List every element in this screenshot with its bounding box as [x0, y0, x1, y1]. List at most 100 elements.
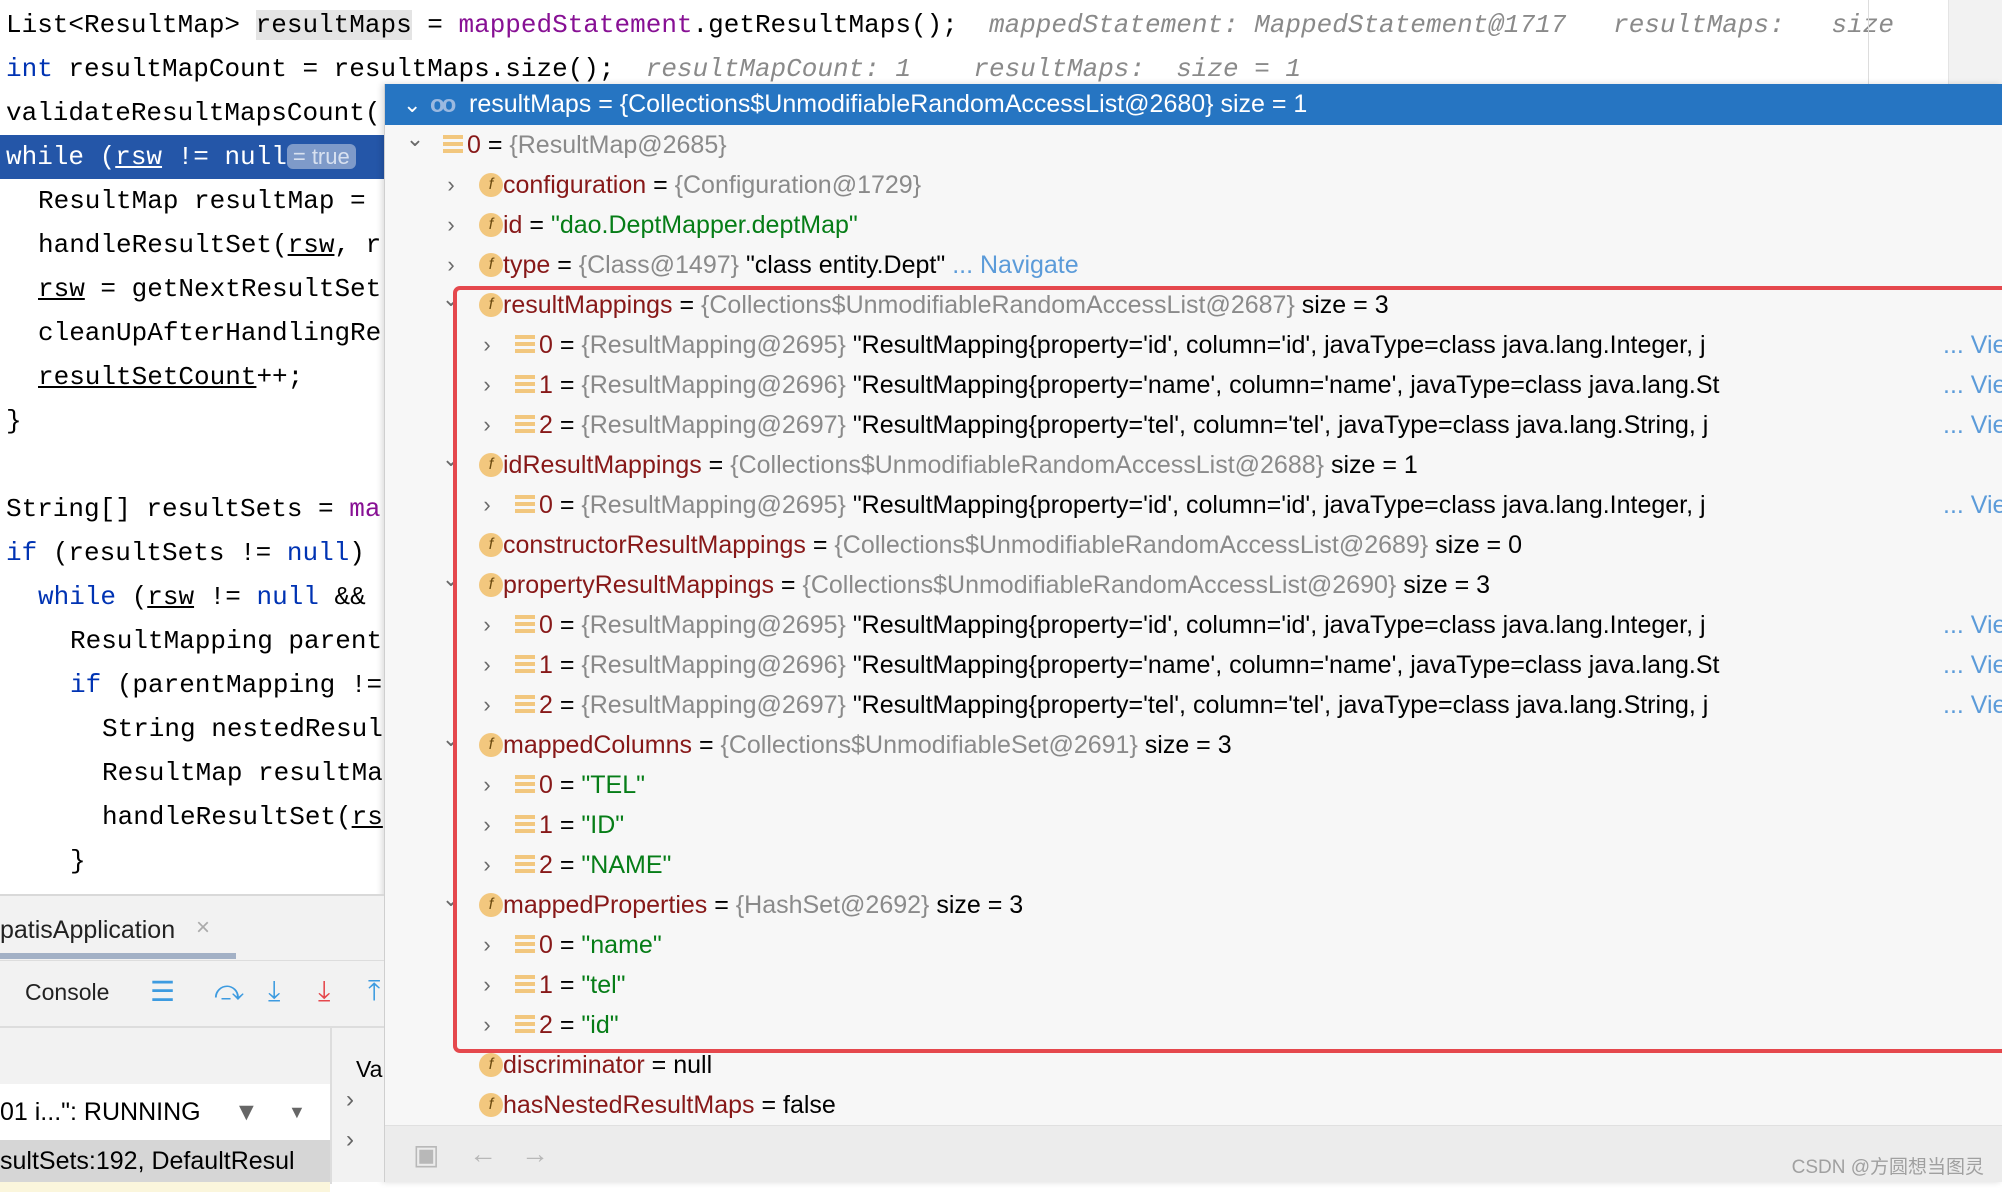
tree-row[interactable]: ⌄ f idResultMappings = {Collections$Unmodi…: [385, 445, 2002, 485]
step-out-icon[interactable]: ⤒: [368, 975, 380, 1008]
list-item-icon: [515, 935, 535, 955]
list-item-icon: [515, 655, 535, 675]
force-step-into-icon[interactable]: ⤓: [318, 975, 330, 1008]
inspector-header[interactable]: ⌄ oo resultMaps = {Collections$Unmodifia…: [385, 84, 2002, 125]
chevron-right-icon[interactable]: ›: [477, 405, 497, 445]
string-value: "NAME": [581, 851, 672, 879]
chevron-right-icon[interactable]: ›: [477, 765, 497, 805]
code-token: validateResultMapsCount(: [6, 98, 381, 128]
tree-row[interactable]: ⌄ f resultMappings = {Collections$Unmodifi…: [385, 285, 2002, 325]
watermark: CSDN @方圆想当图灵: [1791, 1157, 1984, 1178]
step-into-icon[interactable]: ⤓: [268, 975, 280, 1008]
navigate-link[interactable]: ... View: [1941, 365, 2002, 405]
close-tab-icon[interactable]: ×: [196, 914, 210, 942]
code-token: ResultMap resultMap =: [38, 186, 382, 216]
tree-row[interactable]: › 2 = "id": [385, 1005, 2002, 1045]
code-token: ++;: [256, 362, 304, 392]
debug-toolbar: Console ☰ ⤼ ⤓ ⤓ ⤒: [0, 960, 384, 1028]
code-token: if: [70, 670, 102, 700]
thread-selector[interactable]: 01 i...": RUNNING ▼ ▼: [0, 1084, 330, 1140]
tree-row[interactable]: › f id = "dao.DeptMapper.deptMap": [385, 205, 2002, 245]
panel-splitter[interactable]: [330, 1028, 332, 1184]
back-arrow-icon[interactable]: ←: [469, 1138, 497, 1170]
chevron-right-icon[interactable]: ›: [477, 645, 497, 685]
stack-frame-row[interactable]: [0, 1182, 330, 1192]
navigate-link[interactable]: ... View: [1941, 645, 2002, 685]
frames-list-icon[interactable]: ☰: [150, 975, 175, 1008]
tree-row-text: 1 = {ResultMapping@2696} "ResultMapping{…: [539, 365, 2002, 405]
chevron-right-icon[interactable]: ›: [477, 965, 497, 1005]
tree-row[interactable]: ⌄ f mappedProperties = {HashSet@2692} size…: [385, 885, 2002, 925]
chevron-down-icon[interactable]: ⌄: [441, 879, 461, 919]
variable-value: "class entity.Dept": [745, 251, 946, 279]
chevron-right-icon[interactable]: ›: [477, 805, 497, 845]
code-token: while: [38, 582, 117, 612]
tree-row[interactable]: › 2 = "NAME": [385, 845, 2002, 885]
chevron-right-icon[interactable]: ›: [477, 325, 497, 365]
navigate-link[interactable]: ... View: [1941, 605, 2002, 645]
inline-debug-hint: resultMapCount: 1 resultMaps: size = 1: [614, 54, 1302, 84]
chevron-down-icon[interactable]: ⌄: [441, 719, 461, 759]
navigate-link[interactable]: ... View: [1941, 685, 2002, 725]
code-line[interactable]: List<ResultMap> resultMaps = mappedState…: [0, 3, 2002, 47]
tree-row[interactable]: › 0 = {ResultMapping@2695} "ResultMapping…: [385, 325, 2002, 365]
tree-row[interactable]: › 1 = {ResultMapping@2696} "ResultMapping…: [385, 365, 2002, 405]
frame-label: sultSets:192, DefaultResul: [0, 1147, 295, 1175]
stack-frame-selected[interactable]: sultSets:192, DefaultResul: [0, 1140, 330, 1182]
tree-row[interactable]: › f type = {Class@1497} "class entity.Dept…: [385, 245, 2002, 285]
forward-arrow-icon[interactable]: →: [521, 1138, 549, 1170]
tree-row[interactable]: f hasNestedResultMaps = false: [385, 1085, 2002, 1125]
tree-row[interactable]: › 2 = {ResultMapping@2697} "ResultMapping…: [385, 685, 2002, 725]
code-token: if: [6, 538, 38, 568]
variable-name: type: [503, 251, 551, 279]
tree-row[interactable]: › 1 = {ResultMapping@2696} "ResultMapping…: [385, 645, 2002, 685]
tree-row[interactable]: › 1 = "ID": [385, 805, 2002, 845]
tree-row[interactable]: › 0 = "name": [385, 925, 2002, 965]
chevron-right-icon[interactable]: ›: [477, 845, 497, 885]
chevron-right-icon[interactable]: ›: [477, 685, 497, 725]
tree-row[interactable]: › 0 = "TEL": [385, 765, 2002, 805]
chevron-right-icon[interactable]: ›: [477, 485, 497, 525]
navigate-link[interactable]: ... View: [1941, 405, 2002, 445]
chevron-right-icon[interactable]: ›: [477, 605, 497, 645]
inspector-header-text: resultMaps = {Collections$UnmodifiableRa…: [469, 90, 1308, 118]
variable-name: 1: [539, 971, 553, 999]
object-reference: {Collections$UnmodifiableRandomAccessLis…: [730, 451, 1324, 479]
code-token: resultMaps: [255, 10, 412, 40]
tree-row[interactable]: › 0 = {ResultMapping@2695} "ResultMapping…: [385, 485, 2002, 525]
tree-row[interactable]: ⌄ f mappedColumns = {Collections$Unmodifia…: [385, 725, 2002, 765]
chevron-right-icon[interactable]: ›: [477, 925, 497, 965]
chevron-down-icon[interactable]: ⌄: [441, 279, 461, 319]
tree-row[interactable]: › f configuration = {Configuration@1729}: [385, 165, 2002, 205]
object-reference: {Collections$UnmodifiableRandomAccessLis…: [802, 571, 1397, 599]
chevron-down-icon[interactable]: ⌄: [405, 119, 425, 159]
folder-object-icon[interactable]: ▣: [413, 1138, 439, 1171]
tree-row[interactable]: ⌄ 0 = {ResultMap@2685}: [385, 125, 2002, 165]
tree-row[interactable]: ⌄ f propertyResultMappings = {Collections$…: [385, 565, 2002, 605]
navigate-link[interactable]: ... Navigate: [952, 251, 1078, 279]
chevron-right-icon[interactable]: ›: [346, 1126, 354, 1154]
chevron-down-icon[interactable]: ⌄: [441, 439, 461, 479]
editor-scrollbar[interactable]: [1948, 0, 2002, 84]
dropdown-icon[interactable]: ▼: [288, 1084, 306, 1140]
tree-row-text: type = {Class@1497} "class entity.Dept" …: [503, 251, 1079, 279]
chevron-down-icon[interactable]: ⌄: [441, 559, 461, 599]
tab-run-config[interactable]: patisApplication: [0, 916, 175, 945]
chevron-right-icon[interactable]: ›: [441, 165, 461, 205]
tree-row[interactable]: › 0 = {ResultMapping@2695} "ResultMapping…: [385, 605, 2002, 645]
object-reference: {ResultMapping@2696}: [581, 371, 846, 399]
chevron-right-icon[interactable]: ›: [441, 205, 461, 245]
chevron-right-icon[interactable]: ›: [477, 365, 497, 405]
step-over-icon[interactable]: ⤼: [214, 975, 244, 1008]
tree-row[interactable]: f constructorResultMappings = {Collection…: [385, 525, 2002, 565]
tree-row[interactable]: › 1 = "tel": [385, 965, 2002, 1005]
chevron-right-icon[interactable]: ›: [477, 1005, 497, 1045]
navigate-link[interactable]: ... View: [1941, 485, 2002, 525]
navigate-link[interactable]: ... View: [1941, 325, 2002, 365]
code-line-current[interactable]: while (rsw != null = true: [0, 135, 384, 179]
tree-row[interactable]: › 2 = {ResultMapping@2697} "ResultMapping…: [385, 405, 2002, 445]
tree-row[interactable]: f discriminator = null: [385, 1045, 2002, 1085]
filter-icon[interactable]: ▼: [234, 1084, 259, 1140]
console-tab[interactable]: Console: [25, 979, 109, 1006]
chevron-right-icon[interactable]: ›: [346, 1086, 354, 1114]
